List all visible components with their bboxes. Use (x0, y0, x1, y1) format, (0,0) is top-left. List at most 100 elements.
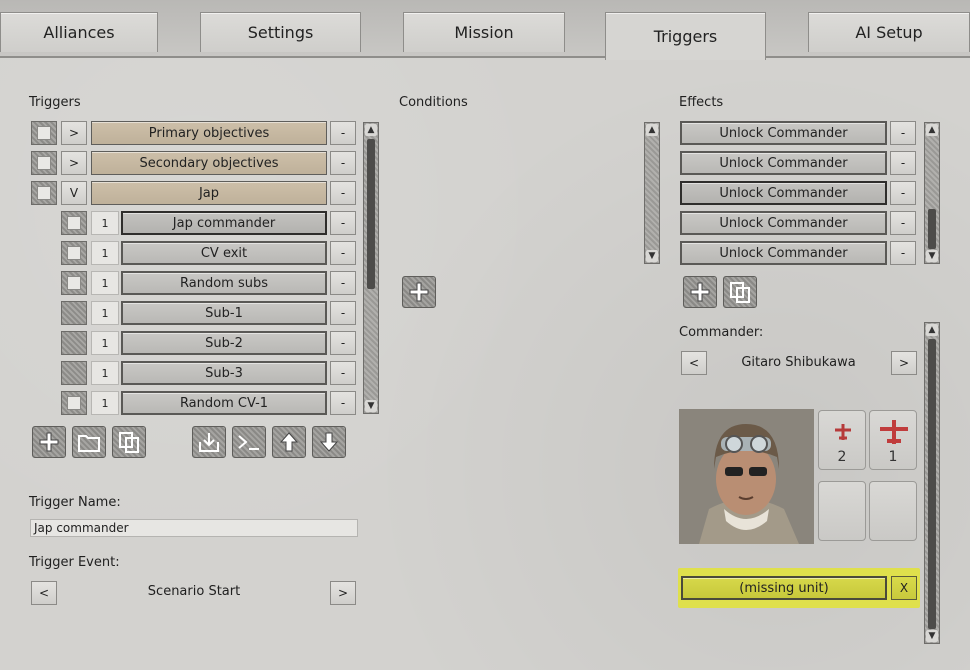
trigger-label[interactable]: Random subs (121, 271, 327, 295)
effect-item[interactable]: Unlock Commander (680, 151, 887, 175)
trigger-event-next-button[interactable]: > (330, 581, 356, 605)
effect-item-selected[interactable]: Unlock Commander (680, 181, 887, 205)
unit-slot-empty[interactable] (818, 481, 866, 541)
remove-trigger-button[interactable]: - (330, 331, 356, 355)
remove-trigger-button[interactable]: - (330, 391, 356, 415)
trigger-name-field[interactable]: Jap commander (30, 519, 358, 537)
scroll-down-icon[interactable]: ▼ (646, 250, 658, 262)
folder-icon (78, 435, 100, 452)
copy-effect-button[interactable] (723, 276, 757, 308)
trigger-label[interactable]: Random CV-1 (121, 391, 327, 415)
effects-scrollbar[interactable]: ▲ ▼ (924, 122, 940, 264)
remove-effect-button[interactable]: - (890, 241, 916, 265)
remove-trigger-button[interactable]: - (330, 301, 356, 325)
scroll-up-icon[interactable]: ▲ (926, 324, 938, 336)
scroll-down-icon[interactable]: ▼ (365, 400, 377, 412)
unit-slot[interactable]: 2 (818, 410, 866, 470)
trigger-label[interactable]: CV exit (121, 241, 327, 265)
scroll-down-icon[interactable]: ▼ (926, 250, 938, 262)
remove-trigger-button[interactable]: - (330, 181, 356, 205)
move-down-icon (319, 432, 339, 452)
remove-effect-button[interactable]: - (890, 151, 916, 175)
add-effect-button[interactable] (683, 276, 717, 308)
move-up-button[interactable] (272, 426, 306, 458)
checkbox[interactable] (61, 391, 87, 415)
trigger-event-prev-button[interactable]: < (31, 581, 57, 605)
remove-trigger-button[interactable]: - (330, 211, 356, 235)
tab-triggers[interactable]: Triggers (605, 12, 766, 60)
remove-trigger-button[interactable]: - (330, 151, 356, 175)
remove-effect-button[interactable]: - (890, 181, 916, 205)
import-icon (199, 433, 219, 452)
effect-item[interactable]: Unlock Commander (680, 211, 887, 235)
import-trigger-button[interactable] (192, 426, 226, 458)
repeat-count[interactable]: 1 (91, 391, 119, 415)
pilot-portrait-image (679, 409, 814, 544)
commander-next-button[interactable]: > (891, 351, 917, 375)
scroll-up-icon[interactable]: ▲ (365, 124, 377, 136)
tab-alliances[interactable]: Alliances (0, 12, 158, 52)
add-condition-button[interactable] (402, 276, 436, 308)
scroll-up-icon[interactable]: ▲ (646, 124, 658, 136)
tab-ai-setup[interactable]: AI Setup (808, 12, 970, 52)
commander-prev-button[interactable]: < (681, 351, 707, 375)
checkbox[interactable] (31, 181, 57, 205)
unit-slot-empty[interactable] (869, 481, 917, 541)
console-button[interactable] (232, 426, 266, 458)
expand-toggle[interactable]: > (61, 151, 87, 175)
effect-item[interactable]: Unlock Commander (680, 241, 887, 265)
repeat-count[interactable]: 1 (91, 301, 119, 325)
remove-unit-button[interactable]: X (891, 576, 917, 600)
tab-mission[interactable]: Mission (403, 12, 565, 52)
effect-item[interactable]: Unlock Commander (680, 121, 887, 145)
expand-toggle[interactable]: > (61, 121, 87, 145)
triggers-scrollbar[interactable]: ▲ ▼ (363, 122, 379, 414)
scroll-thumb[interactable] (367, 139, 375, 289)
remove-trigger-button[interactable]: - (330, 271, 356, 295)
repeat-count[interactable]: 1 (91, 361, 119, 385)
effects-left-scrollbar[interactable]: ▲ ▼ (644, 122, 660, 264)
collapse-toggle[interactable]: V (61, 181, 87, 205)
trigger-group-label[interactable]: Jap (91, 181, 327, 205)
commander-scrollbar[interactable]: ▲ ▼ (924, 322, 940, 644)
checkbox[interactable] (61, 211, 87, 235)
scroll-thumb[interactable] (928, 209, 936, 249)
repeat-count[interactable]: 1 (91, 271, 119, 295)
remove-trigger-button[interactable]: - (330, 241, 356, 265)
scroll-thumb[interactable] (928, 339, 936, 629)
remove-effect-button[interactable]: - (890, 211, 916, 235)
remove-effect-button[interactable]: - (890, 121, 916, 145)
trigger-label[interactable]: Sub-1 (121, 301, 327, 325)
console-icon (238, 435, 259, 450)
scroll-up-icon[interactable]: ▲ (926, 124, 938, 136)
checkbox[interactable] (61, 241, 87, 265)
move-down-button[interactable] (312, 426, 346, 458)
repeat-count[interactable]: 1 (91, 211, 119, 235)
scroll-down-icon[interactable]: ▼ (926, 630, 938, 642)
trigger-label[interactable]: Sub-3 (121, 361, 327, 385)
copy-trigger-button[interactable] (112, 426, 146, 458)
editor-screen: Alliances Settings Mission Triggers AI S… (0, 0, 970, 670)
unit-slot[interactable]: 1 (869, 410, 917, 470)
copy-icon (119, 432, 139, 453)
checkbox[interactable] (61, 361, 87, 385)
remove-trigger-button[interactable]: - (330, 361, 356, 385)
checkbox[interactable] (61, 301, 87, 325)
checkbox[interactable] (61, 271, 87, 295)
tab-settings[interactable]: Settings (200, 12, 361, 52)
missing-unit-button[interactable]: (missing unit) (681, 576, 887, 600)
trigger-label[interactable]: Jap commander (121, 211, 327, 235)
trigger-group-label[interactable]: Primary objectives (91, 121, 327, 145)
trigger-label[interactable]: Sub-2 (121, 331, 327, 355)
repeat-count[interactable]: 1 (91, 331, 119, 355)
checkbox[interactable] (31, 121, 57, 145)
slot-count: 2 (837, 449, 847, 465)
remove-trigger-button[interactable]: - (330, 121, 356, 145)
add-folder-button[interactable] (72, 426, 106, 458)
repeat-count[interactable]: 1 (91, 241, 119, 265)
move-up-icon (279, 432, 299, 452)
add-trigger-button[interactable] (32, 426, 66, 458)
checkbox[interactable] (31, 151, 57, 175)
trigger-group-label[interactable]: Secondary objectives (91, 151, 327, 175)
checkbox[interactable] (61, 331, 87, 355)
